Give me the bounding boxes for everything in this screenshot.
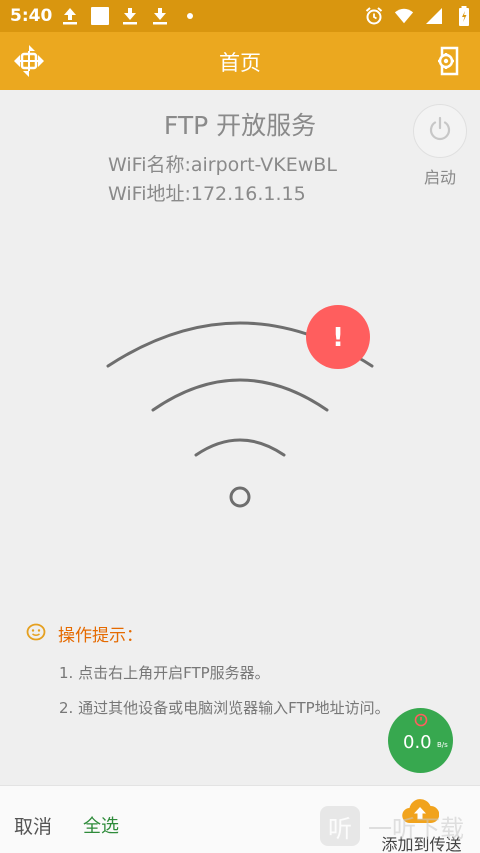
download-icon xyxy=(120,6,140,26)
speed-clock-icon xyxy=(414,712,428,731)
wifi-address-label: WiFi地址: xyxy=(108,183,191,205)
select-all-button[interactable]: 全选 xyxy=(83,812,119,838)
wifi-address-row: WiFi地址:172.16.1.15 xyxy=(108,179,306,206)
speed-indicator[interactable]: 0.0 B/s xyxy=(388,708,453,773)
alarm-icon xyxy=(364,6,384,26)
tip-face-icon xyxy=(26,623,46,645)
wifi-arc-middle xyxy=(151,378,329,412)
cancel-button[interactable]: 取消 xyxy=(14,812,52,839)
tips-header: 操作提示： xyxy=(26,621,466,646)
wifi-dot xyxy=(229,486,251,508)
tip-item: 1. 点击右上角开启FTP服务器。 xyxy=(59,664,270,682)
signal-icon xyxy=(424,6,444,26)
wifi-icon xyxy=(394,6,414,26)
alert-icon: ! xyxy=(332,323,344,353)
tips-title: 操作提示： xyxy=(58,626,143,646)
square-notification-icon xyxy=(90,6,110,26)
power-icon xyxy=(426,115,454,147)
dot-icon xyxy=(180,6,200,26)
ftp-service-title: FTP 开放服务 xyxy=(163,111,317,140)
status-bar: 5:40 xyxy=(0,0,480,32)
start-label: 启动 xyxy=(423,168,456,187)
tips-section: 操作提示： 1. 点击右上角开启FTP服务器。 2. 通过其他设备或电脑浏览器输… xyxy=(26,621,466,718)
speed-value: 0.0 xyxy=(403,732,432,753)
status-time: 5:40 xyxy=(10,6,53,26)
watermark: 听 一听下载 xyxy=(320,800,470,852)
download-icon xyxy=(150,6,170,26)
wifi-name-value: airport-VKEwBL xyxy=(190,154,337,176)
status-icons-left xyxy=(60,5,200,27)
start-button[interactable] xyxy=(413,104,467,158)
upload-icon xyxy=(60,6,80,26)
wifi-status-graphic: ! xyxy=(106,305,374,508)
battery-icon xyxy=(454,6,474,26)
speed-unit: B/s xyxy=(437,741,448,749)
wifi-arc-inner xyxy=(194,438,286,457)
status-icons-right xyxy=(364,5,474,27)
page-title: 首页 xyxy=(219,51,261,75)
watermark-text: 一听下载 xyxy=(368,814,464,843)
wifi-address-value: 172.16.1.15 xyxy=(190,183,306,205)
app-bar: 首页 xyxy=(0,32,480,90)
device-settings-icon[interactable] xyxy=(432,44,466,78)
watermark-logo: 听 xyxy=(320,806,360,846)
wifi-name-label: WiFi名称: xyxy=(108,154,191,176)
wifi-name-row: WiFi名称:airport-VKEwBL xyxy=(108,150,337,177)
